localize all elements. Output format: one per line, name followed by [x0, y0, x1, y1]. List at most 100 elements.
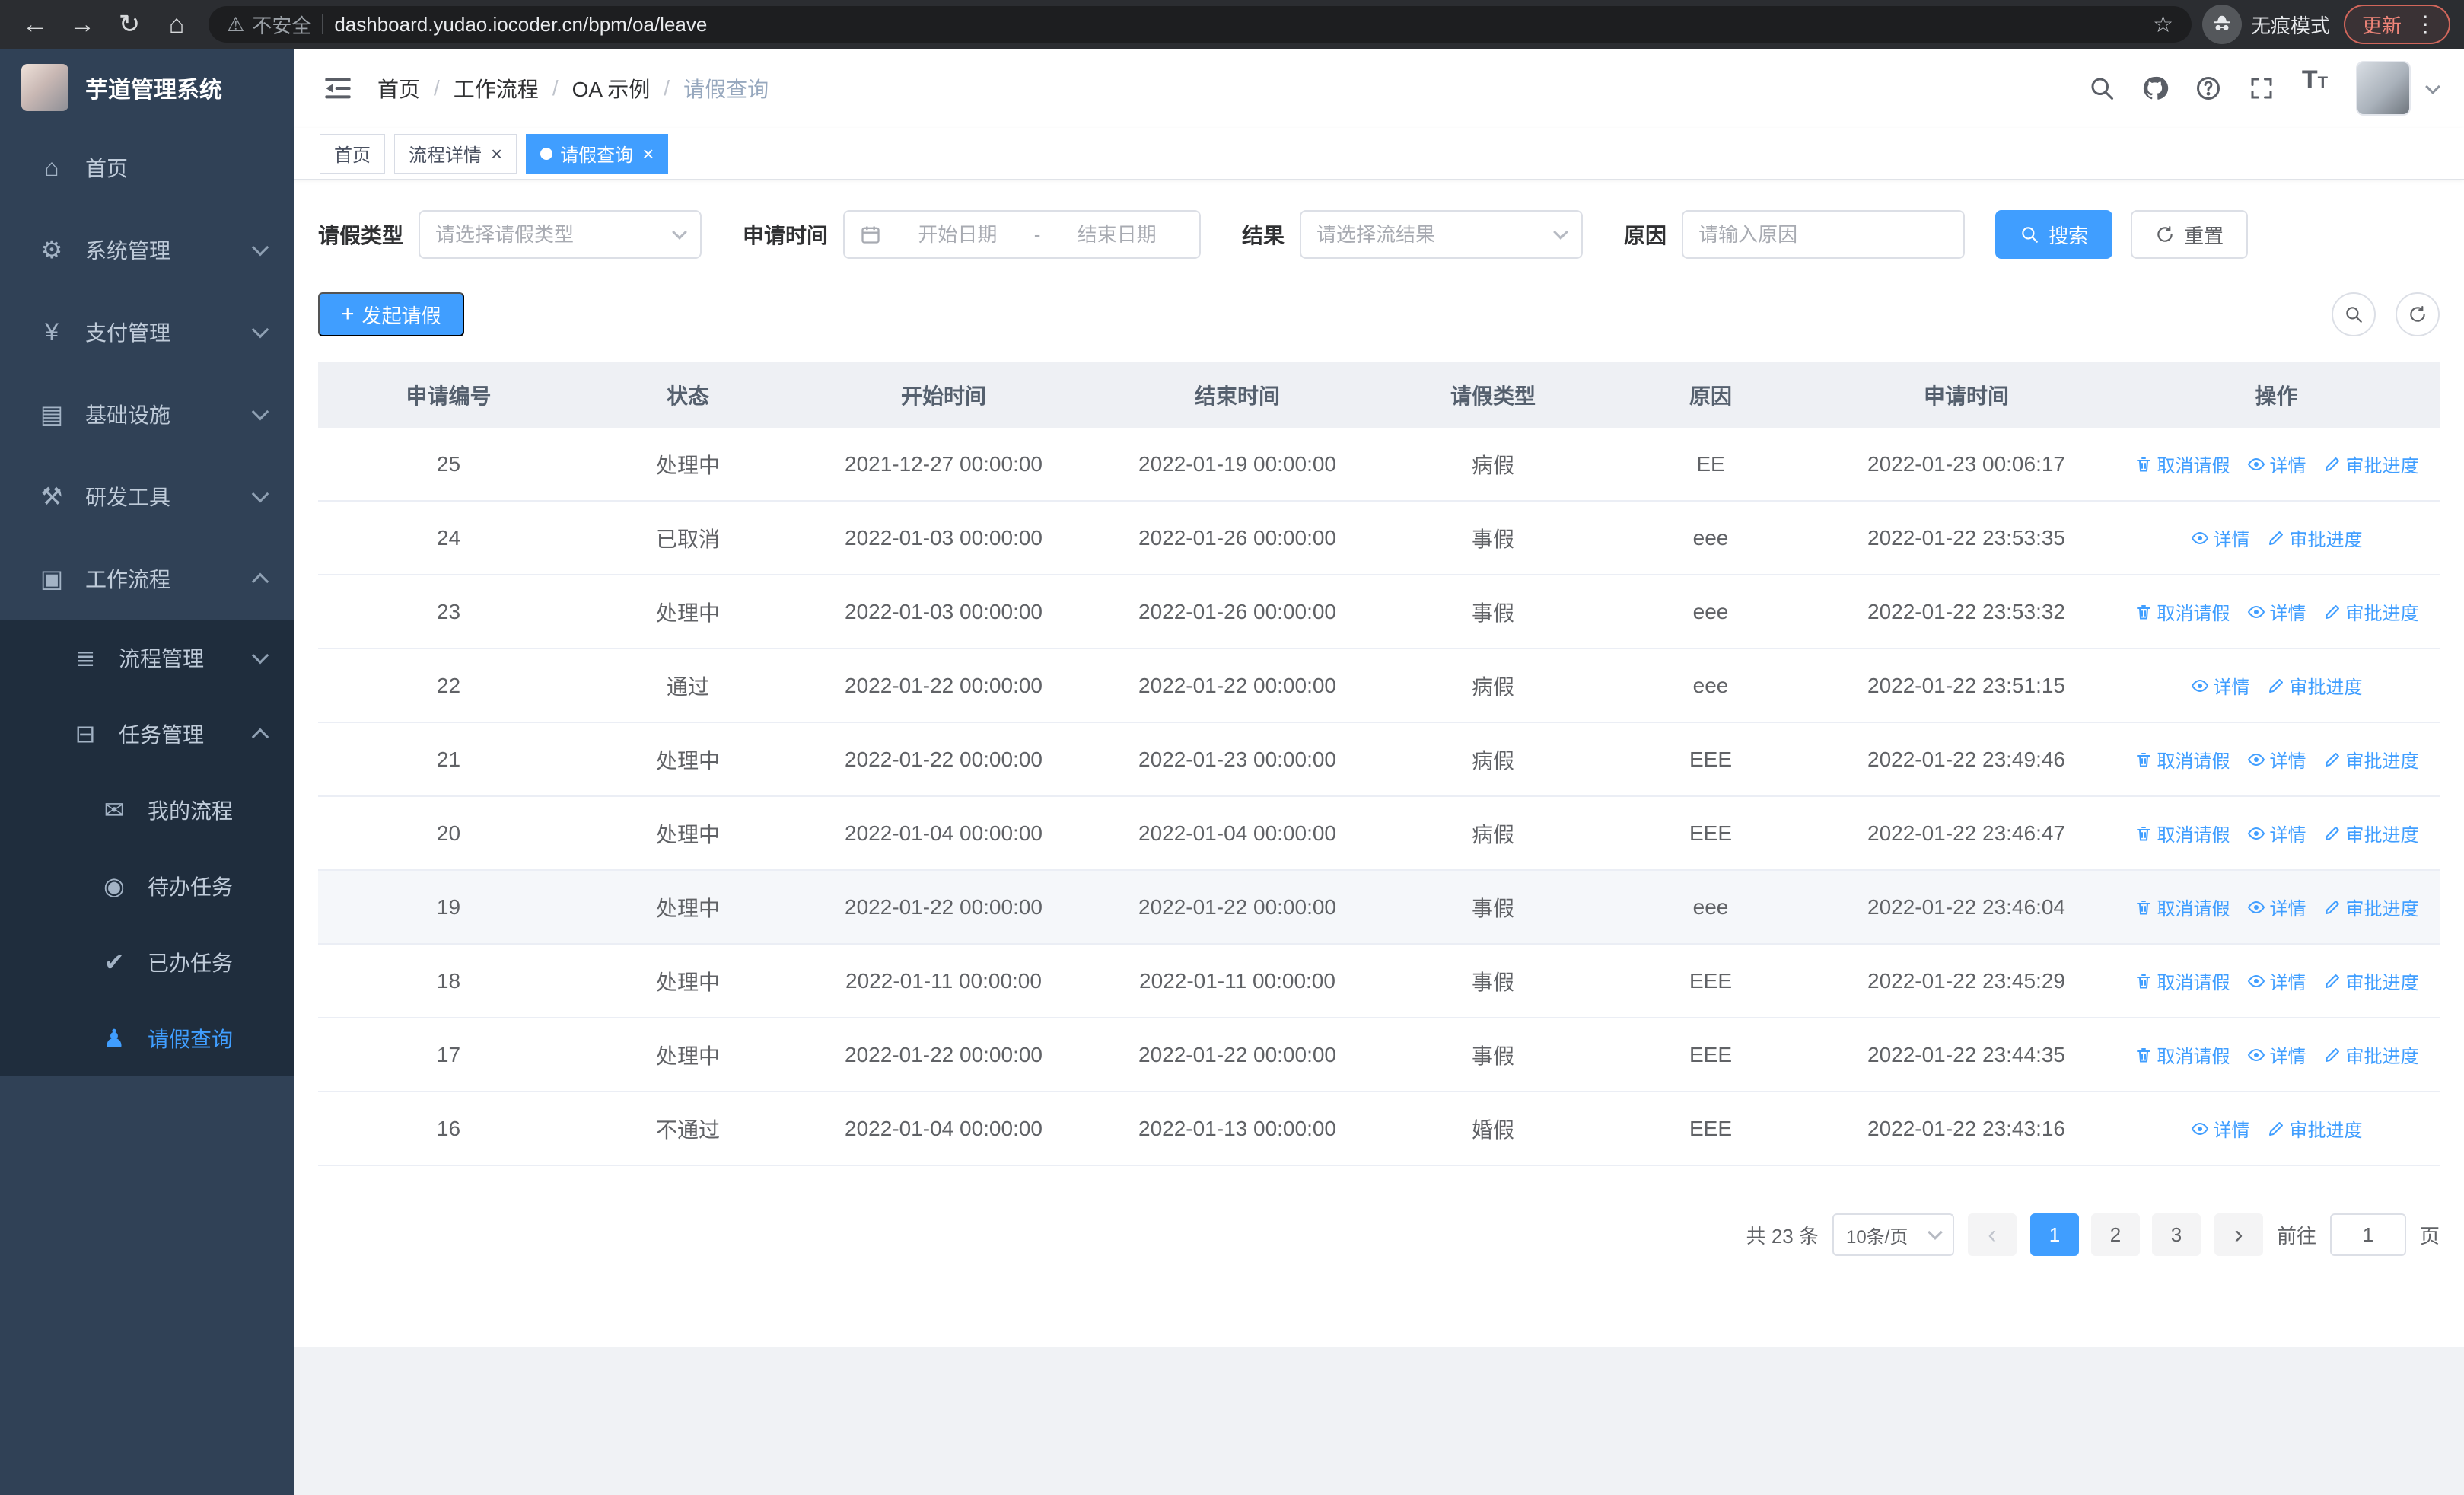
start-date-input[interactable]: [890, 222, 1025, 247]
table-cell: 2022-01-03 00:00:00: [845, 525, 1043, 550]
search-button[interactable]: 搜索: [1995, 210, 2113, 259]
apply-time-range-picker[interactable]: -: [843, 210, 1202, 259]
progress-action-link[interactable]: 审批进度: [2323, 967, 2419, 994]
table-cell: 2022-01-22 00:00:00: [845, 747, 1043, 771]
tab-leave-query[interactable]: 请假查询 ×: [526, 133, 669, 174]
prev-page-button[interactable]: ‹: [1967, 1213, 2017, 1256]
sidebar-item-todo-tasks[interactable]: ◉ 待办任务: [0, 848, 294, 924]
tabs-bar: 首页 流程详情 × 请假查询 ×: [294, 128, 2464, 180]
reason-input[interactable]: [1698, 222, 1949, 247]
home-icon[interactable]: ⌂: [155, 3, 198, 46]
leave-type-select-input[interactable]: [435, 222, 666, 247]
tab-process-detail[interactable]: 流程详情 ×: [394, 133, 517, 174]
progress-action-link[interactable]: 审批进度: [2323, 1041, 2419, 1068]
sidebar-toggle-icon[interactable]: [320, 70, 356, 107]
detail-action-link[interactable]: 详情: [2247, 820, 2306, 846]
detail-action-link[interactable]: 详情: [2191, 672, 2250, 699]
detail-action-link[interactable]: 详情: [2247, 967, 2306, 994]
detail-action-link[interactable]: 详情: [2247, 894, 2306, 920]
progress-action-link[interactable]: 审批进度: [2323, 746, 2419, 773]
close-icon[interactable]: ×: [491, 144, 502, 164]
close-icon[interactable]: ×: [642, 144, 654, 164]
progress-action-link[interactable]: 审批进度: [2323, 820, 2419, 846]
result-label: 结果: [1242, 224, 1285, 247]
goto-label: 前往: [2276, 1224, 2316, 1248]
sidebar-item-leave-query[interactable]: ♟ 请假查询: [0, 1000, 294, 1076]
back-icon[interactable]: ←: [14, 3, 56, 46]
page-button-1[interactable]: 1: [2029, 1213, 2079, 1256]
progress-action-link[interactable]: 审批进度: [2267, 1115, 2363, 1142]
refresh-table-button[interactable]: [2396, 292, 2440, 336]
table-cell: 2022-01-22 23:45:29: [1867, 968, 2065, 993]
reason-input-box[interactable]: [1682, 210, 1966, 259]
cancel-action-link[interactable]: 取消请假: [2135, 451, 2230, 477]
question-icon[interactable]: [2185, 65, 2231, 111]
reload-icon[interactable]: ↻: [108, 3, 151, 46]
detail-action-link[interactable]: 详情: [2191, 1115, 2250, 1142]
github-icon[interactable]: [2132, 65, 2178, 111]
end-date-input[interactable]: [1049, 222, 1185, 247]
browser-update-button[interactable]: 更新 ⋮: [2343, 5, 2450, 44]
browser-menu-icon[interactable]: ⋮: [2414, 11, 2437, 38]
table-cell: 18: [436, 968, 461, 993]
progress-action-link[interactable]: 审批进度: [2323, 894, 2419, 920]
sidebar-item-devtools[interactable]: ⚒ 研发工具: [0, 455, 294, 537]
sidebar-item-done-tasks[interactable]: ✔ 已办任务: [0, 924, 294, 1000]
fullscreen-icon[interactable]: [2239, 65, 2284, 111]
incognito-badge: 无痕模式: [2201, 5, 2330, 44]
sidebar-item-my-process[interactable]: ✉ 我的流程: [0, 772, 294, 848]
table-cell: 2022-01-04 00:00:00: [845, 1116, 1043, 1140]
reset-button[interactable]: 重置: [2131, 210, 2249, 259]
toggle-search-button[interactable]: [2332, 292, 2376, 336]
sidebar-item-task-mgmt[interactable]: ⊟ 任务管理: [0, 696, 294, 772]
forward-icon[interactable]: →: [61, 3, 103, 46]
app-logo-row[interactable]: 芋道管理系统: [0, 49, 294, 126]
tab-home[interactable]: 首页: [320, 133, 385, 174]
page-button-2[interactable]: 2: [2090, 1213, 2140, 1256]
detail-action-link[interactable]: 详情: [2247, 746, 2306, 773]
search-icon[interactable]: [2079, 65, 2125, 111]
page-size-select[interactable]: 10条/页: [1832, 1213, 1954, 1256]
table-cell: EEE: [1689, 1116, 1733, 1140]
cancel-action-link[interactable]: 取消请假: [2135, 1041, 2230, 1068]
detail-action-link[interactable]: 详情: [2247, 1041, 2306, 1068]
detail-action-link[interactable]: 详情: [2191, 524, 2250, 551]
goto-page-input[interactable]: [2329, 1213, 2406, 1256]
breadcrumb-item[interactable]: OA 示例: [572, 73, 651, 104]
bookmark-star-icon[interactable]: ☆: [2153, 11, 2173, 38]
page-button-3[interactable]: 3: [2151, 1213, 2201, 1256]
user-avatar[interactable]: [2356, 61, 2411, 116]
progress-action-link[interactable]: 审批进度: [2267, 672, 2363, 699]
sidebar-item-infrastructure[interactable]: ▤ 基础设施: [0, 373, 294, 455]
actions-cell: 取消请假 详情 审批进度: [2113, 428, 2440, 500]
sidebar-item-payment[interactable]: ¥ 支付管理: [0, 291, 294, 373]
next-page-button[interactable]: ›: [2214, 1213, 2263, 1256]
cancel-action-link[interactable]: 取消请假: [2135, 820, 2230, 846]
font-size-icon[interactable]: TT: [2292, 65, 2338, 111]
cancel-action-link[interactable]: 取消请假: [2135, 894, 2230, 920]
table-header: 申请编号 状态 开始时间 结束时间 请假类型 原因 申请时间 操作: [318, 362, 2440, 428]
goto-suffix: 页: [2419, 1224, 2440, 1248]
table-cell: 病假: [1471, 453, 1514, 477]
detail-action-link[interactable]: 详情: [2247, 451, 2306, 477]
cancel-action-link[interactable]: 取消请假: [2135, 598, 2230, 625]
table-cell: eee: [1692, 599, 1729, 623]
leave-type-select[interactable]: [419, 210, 702, 259]
breadcrumb-item[interactable]: 首页: [377, 73, 420, 104]
sidebar-item-process-mgmt[interactable]: ≣ 流程管理: [0, 620, 294, 696]
breadcrumb-item[interactable]: 工作流程: [454, 73, 539, 104]
progress-action-link[interactable]: 审批进度: [2323, 451, 2419, 477]
progress-action-link[interactable]: 审批进度: [2267, 524, 2363, 551]
create-leave-button[interactable]: + 发起请假: [318, 292, 464, 336]
sidebar-item-workflow[interactable]: ▣ 工作流程: [0, 537, 294, 620]
result-select[interactable]: [1300, 210, 1584, 259]
sidebar-item-home[interactable]: ⌂ 首页: [0, 126, 294, 209]
cancel-action-link[interactable]: 取消请假: [2135, 967, 2230, 994]
address-bar[interactable]: ⚠ 不安全 dashboard.yudao.iocoder.cn/bpm/oa/…: [209, 6, 2192, 43]
detail-action-link[interactable]: 详情: [2247, 598, 2306, 625]
result-select-input[interactable]: [1316, 222, 1547, 247]
sidebar-item-system[interactable]: ⚙ 系统管理: [0, 209, 294, 291]
cancel-action-link[interactable]: 取消请假: [2135, 746, 2230, 773]
chevron-down-icon[interactable]: [2425, 79, 2440, 94]
progress-action-link[interactable]: 审批进度: [2323, 598, 2419, 625]
